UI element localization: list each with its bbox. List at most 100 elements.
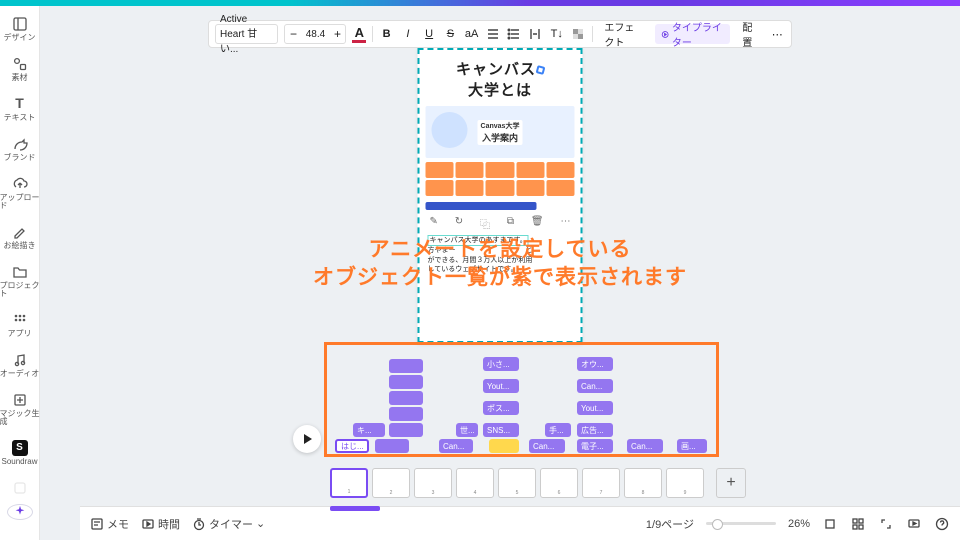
size-value[interactable]: 48.4 [301, 29, 329, 40]
text-color-button[interactable]: A [352, 25, 366, 43]
duration-button[interactable]: 時間 [141, 516, 180, 532]
sidebar-label: マジック生成 [0, 410, 40, 426]
timeline-chip[interactable]: はじ... [335, 439, 369, 453]
sidebar-item-design[interactable]: デザイン [0, 10, 40, 48]
sidebar-label: アプリ [8, 330, 32, 338]
strike-button[interactable]: S [443, 24, 458, 44]
timeline-chip[interactable]: キ... [353, 423, 385, 437]
brand-icon [12, 136, 28, 152]
title-line1: キャンバス [456, 61, 536, 78]
sidebar-item-soundraw[interactable]: S Soundraw [0, 434, 40, 472]
view-single-icon [823, 517, 837, 531]
effect-button[interactable]: エフェクト [598, 24, 648, 44]
timeline-play-button[interactable] [293, 425, 321, 453]
toolbar-separator [372, 26, 373, 42]
timer-button[interactable]: タイマー ⌄ [192, 516, 265, 532]
align-button[interactable] [485, 24, 500, 44]
timeline-chip[interactable]: 小さ... [483, 357, 519, 371]
help-button[interactable] [934, 516, 950, 532]
page-duration-bar[interactable] [330, 506, 380, 511]
bold-button[interactable]: B [379, 24, 394, 44]
page-thumb-8[interactable]: 8 [624, 468, 662, 498]
zoom-slider[interactable] [706, 522, 776, 525]
page-thumb-9[interactable]: 9 [666, 468, 704, 498]
view-single-button[interactable] [822, 516, 838, 532]
timeline-chip[interactable]: SNS... [483, 423, 519, 437]
page-thumb-4[interactable]: 4 [456, 468, 494, 498]
transparency-button[interactable] [570, 24, 585, 44]
timeline-chip[interactable]: Yout... [483, 379, 519, 393]
present-button[interactable] [906, 516, 922, 532]
sidebar-item-elements[interactable]: 素材 [0, 50, 40, 88]
toolbar-more[interactable]: ⋯ [770, 24, 785, 44]
page-thumb-3[interactable]: 3 [414, 468, 452, 498]
timeline-chip[interactable] [389, 359, 423, 373]
sidebar-label: ブランド [4, 154, 36, 162]
timeline-chip[interactable]: Can... [577, 379, 613, 393]
timeline-chip[interactable]: Can... [529, 439, 565, 453]
spacing-button[interactable] [528, 24, 543, 44]
clock-icon [141, 517, 155, 531]
page-thumb-5[interactable]: 5 [498, 468, 536, 498]
fullscreen-button[interactable] [878, 516, 894, 532]
timeline-chip[interactable]: Can... [627, 439, 663, 453]
notes-button[interactable]: メモ [90, 516, 129, 532]
page-thumb-1[interactable]: 1 [330, 468, 368, 498]
vertical-text-button[interactable]: T↓ [549, 24, 564, 44]
timeline-chip[interactable]: 世... [456, 423, 478, 437]
sidebar-item-more[interactable] [0, 474, 40, 502]
timeline-chip[interactable] [489, 439, 519, 453]
list-button[interactable] [507, 24, 522, 44]
timeline-chip[interactable]: オウ... [577, 357, 613, 371]
duplicate-icon[interactable]: ⧉ [507, 216, 514, 231]
timeline-chip[interactable]: 電子... [577, 439, 613, 453]
page-thumb-2[interactable]: 2 [372, 468, 410, 498]
sidebar-item-upload[interactable]: アップロード [0, 170, 40, 216]
page-thumb-6[interactable]: 6 [540, 468, 578, 498]
list-icon [507, 27, 521, 41]
sidebar-item-text[interactable]: T テキスト [0, 90, 40, 128]
timeline-chip[interactable]: ポス... [483, 401, 519, 415]
size-plus[interactable]: + [329, 27, 345, 41]
italic-button[interactable]: I [400, 24, 415, 44]
case-button[interactable]: aA [464, 24, 479, 44]
page-thumb-7[interactable]: 7 [582, 468, 620, 498]
more-icon[interactable]: ⋯ [561, 216, 571, 231]
timeline-chip[interactable]: 広告... [577, 423, 613, 437]
timeline-chip[interactable] [389, 375, 423, 389]
timeline-chip[interactable] [375, 439, 409, 453]
position-button[interactable]: 配置 [736, 24, 763, 44]
canvas-page[interactable]: キャンバス 大学とは Canvas大学入学案内 ✎ ↻ ⿻ ⧉ 🗑 ⋯ キャンパ… [418, 48, 583, 343]
copy-icon[interactable]: ⿻ [480, 216, 490, 231]
size-minus[interactable]: − [285, 27, 301, 41]
typewriter-button[interactable]: タイプライター [655, 24, 731, 44]
sidebar-item-draw[interactable]: お絵描き [0, 218, 40, 256]
notes-label: メモ [107, 516, 129, 532]
sidebar-item-projects[interactable]: プロジェクト [0, 258, 40, 304]
timeline-grid[interactable]: はじ... キ... Can... 世... SNS... ポス... Yout... 小さ.… [331, 349, 712, 450]
timeline-chip[interactable]: Can... [439, 439, 473, 453]
wand-icon[interactable]: ✎ [430, 216, 438, 231]
timeline-chip[interactable] [389, 407, 423, 421]
sidebar-item-apps[interactable]: アプリ [0, 306, 40, 344]
timeline-chip[interactable]: 手... [545, 423, 571, 437]
page-title[interactable]: キャンバス 大学とは [420, 58, 581, 100]
timeline-chip[interactable]: Yout... [577, 401, 613, 415]
sidebar-item-brand[interactable]: ブランド [0, 130, 40, 168]
sidebar-item-audio[interactable]: オーディオ [0, 346, 40, 384]
accent-icon [535, 65, 545, 75]
refresh-icon[interactable]: ↻ [455, 216, 463, 231]
timeline-chip[interactable] [389, 423, 423, 437]
font-size-stepper[interactable]: − 48.4 + [284, 24, 346, 44]
timeline-chip[interactable] [389, 391, 423, 405]
ai-button[interactable] [7, 504, 33, 520]
view-grid-button[interactable] [850, 516, 866, 532]
underline-button[interactable]: U [422, 24, 437, 44]
text-icon: T [12, 96, 28, 112]
hero-image[interactable]: Canvas大学入学案内 [426, 106, 575, 158]
add-page-button[interactable]: + [716, 468, 746, 498]
trash-icon[interactable]: 🗑 [531, 216, 544, 231]
timeline-chip[interactable]: 画... [677, 439, 707, 453]
sidebar-item-magic[interactable]: マジック生成 [0, 386, 40, 432]
font-picker[interactable]: Active Heart 甘い... [215, 24, 278, 44]
